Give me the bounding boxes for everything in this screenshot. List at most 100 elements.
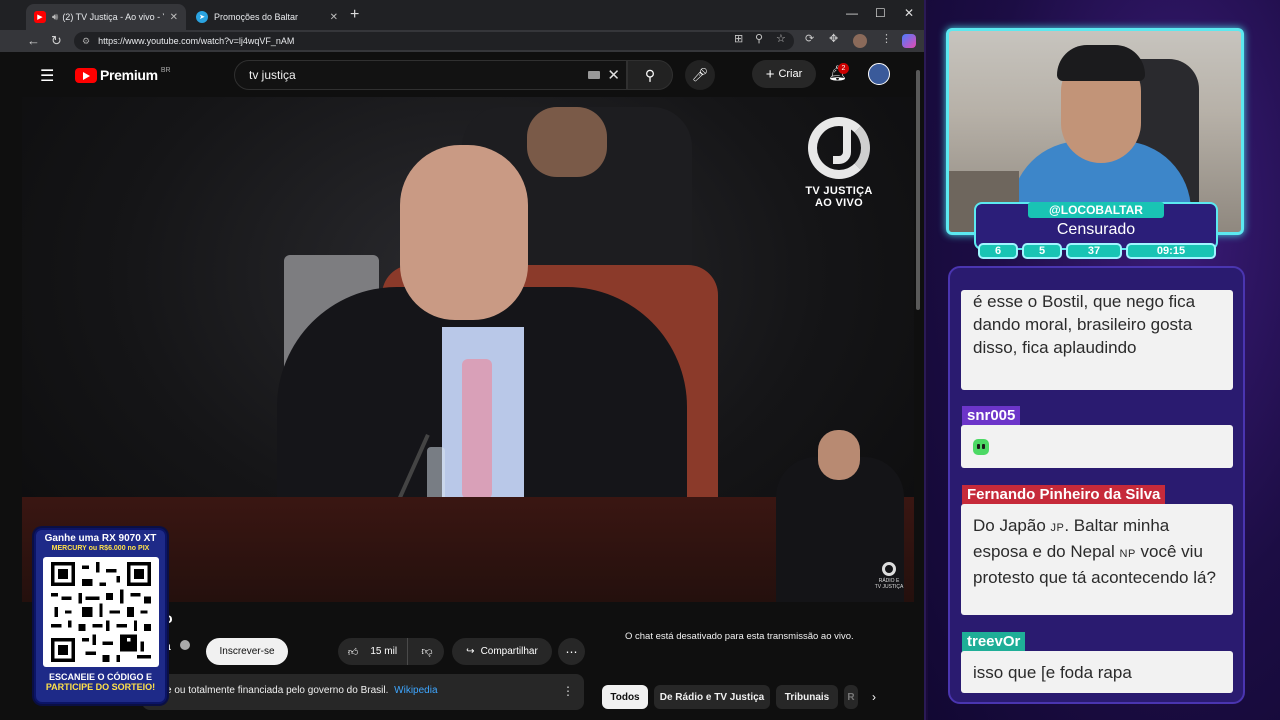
chip-tribunais[interactable]: Tribunais — [776, 685, 838, 709]
giveaway-promo: Ganhe uma RX 9070 XT MERCURY ou R$6.000 … — [34, 528, 167, 704]
chat-author: snr005 — [962, 406, 1021, 426]
radio-emblem-icon — [882, 562, 896, 576]
zoom-icon[interactable]: ⚲ — [755, 32, 763, 45]
share-icon: ↪ — [466, 646, 475, 657]
interpreter-face — [818, 430, 860, 480]
chip-todos[interactable]: Todos — [602, 685, 648, 709]
search-icon: ⚲ — [644, 66, 656, 83]
verified-badge-icon — [180, 640, 190, 650]
stat-pill-3: 37 — [1066, 243, 1122, 259]
japan-flag-code: JP — [1050, 522, 1065, 534]
back-icon[interactable]: ← — [27, 33, 40, 48]
radio-tv-justica-logo: RÁDIO E TV JUSTIÇA — [874, 562, 904, 590]
qr-code-image — [50, 562, 151, 662]
background-face — [527, 107, 607, 177]
stream-status: Censurado — [1056, 221, 1136, 238]
menu-dots-icon[interactable]: ⋮ — [881, 32, 892, 45]
like-count: 15 mil — [370, 646, 398, 657]
tab-bar: ▶ 🔊︎ (2) TV Justiça - Ao vivo - YouTube … — [0, 0, 924, 30]
more-actions-button[interactable]: ⋯ — [558, 638, 585, 665]
tab-title: (2) TV Justiça - Ao vivo - YouTube — [62, 12, 163, 22]
video-player[interactable]: TV JUSTIÇA AO VIVO RÁDIO E TV JUSTIÇA — [22, 97, 914, 602]
url-text: https://www.youtube.com/watch?v=lj4wqVF_… — [98, 36, 295, 46]
address-bar: ← ↻ ⚙ https://www.youtube.com/watch?v=lj… — [0, 30, 924, 52]
create-button[interactable]: + Criar — [752, 60, 816, 88]
copilot-icon[interactable] — [902, 34, 916, 48]
notification-count-badge: 2 — [838, 63, 849, 74]
speaker-head — [400, 145, 528, 320]
profile-avatar-icon[interactable] — [853, 34, 867, 48]
nepal-flag-code: NP — [1119, 548, 1136, 560]
extension-icon[interactable]: ⟳ — [805, 32, 814, 45]
minimize-icon[interactable]: — — [846, 6, 858, 20]
youtube-premium-logo[interactable]: Premium BR — [75, 67, 171, 83]
chip-radio-tv-justica[interactable]: De Rádio e TV Justiça — [654, 685, 770, 709]
search-button[interactable]: ⚲ — [627, 60, 673, 90]
microphone-icon: 🎤︎ — [691, 67, 709, 82]
chat-author: treevOr — [962, 632, 1026, 652]
chat-message: Do Japão JP. Baltar minha esposa e do Ne… — [961, 504, 1233, 615]
search-input[interactable]: tv justiça ✕ — [234, 60, 627, 90]
emoji-face-icon — [973, 439, 989, 455]
close-tab-icon[interactable]: ✕ — [170, 12, 178, 23]
hamburger-menu-icon[interactable]: ☰ — [40, 66, 54, 86]
chevron-right-icon[interactable]: › — [872, 690, 876, 704]
close-tab-icon[interactable]: ✕ — [330, 12, 338, 23]
thumbs-up-icon: 👍︎ — [347, 646, 359, 658]
plus-icon: + — [765, 65, 775, 83]
stat-pill-2: 5 — [1022, 243, 1062, 259]
chip-partial[interactable]: R — [844, 685, 858, 709]
reload-icon[interactable]: ↻ — [51, 33, 62, 49]
stat-pill-1: 6 — [978, 243, 1018, 259]
chat-message-text: é esse o Bostil, que nego fica dando mor… — [973, 292, 1196, 357]
tab-youtube[interactable]: ▶ 🔊︎ (2) TV Justiça - Ao vivo - YouTube … — [26, 4, 186, 30]
site-info-icon[interactable]: ⚙ — [82, 36, 90, 47]
speaker-tie — [462, 359, 492, 499]
maximize-icon[interactable]: ☐ — [875, 6, 886, 20]
tv-justica-emblem-icon — [808, 117, 870, 179]
like-button[interactable]: 👍︎ 15 mil — [338, 638, 408, 665]
chat-message: é esse o Bostil, que nego fica dando mor… — [961, 290, 1233, 390]
youtube-play-icon — [75, 67, 97, 83]
scroll-thumb[interactable] — [916, 70, 920, 310]
chat-message-text: isso que [e foda rapa — [973, 663, 1132, 682]
tab-promocoes[interactable]: ➤ Promoções do Baltar ✕ — [188, 4, 346, 30]
new-tab-icon[interactable]: + — [350, 6, 359, 24]
chat-disabled-message: O chat está desativado para esta transmi… — [625, 631, 854, 642]
tv-justica-logo: TV JUSTIÇA AO VIVO — [804, 117, 874, 209]
thumbs-down-icon: 👎︎ — [421, 646, 433, 658]
bookmark-star-icon[interactable]: ☆ — [776, 32, 786, 45]
search-value: tv justiça — [249, 68, 296, 82]
tab-title: Promoções do Baltar — [214, 12, 299, 22]
browser-window: ▶ 🔊︎ (2) TV Justiça - Ao vivo - YouTube … — [0, 0, 926, 720]
qr-code — [42, 557, 159, 667]
youtube-favicon-icon: ▶ — [34, 11, 46, 23]
account-avatar[interactable] — [868, 63, 890, 85]
url-field[interactable]: ⚙ https://www.youtube.com/watch?v=lj4wqV… — [74, 32, 794, 50]
like-dislike-group: 👍︎ 15 mil 👎︎ — [338, 638, 444, 665]
wikipedia-link[interactable]: Wikipedia — [394, 685, 437, 696]
page-scrollbar[interactable] — [914, 56, 922, 720]
chat-author: Fernando Pinheiro da Silva — [962, 485, 1166, 505]
chat-message — [961, 425, 1233, 468]
description-box[interactable]: e ou totalmente financiada pelo governo … — [142, 674, 584, 710]
chat-message: isso que [e foda rapa — [961, 651, 1233, 693]
streamer-handle: @LOCOBALTAR — [1028, 202, 1164, 218]
clear-search-icon[interactable]: ✕ — [607, 66, 620, 84]
youtube-header: ☰ Premium BR tv justiça ✕ ⚲ 🎤︎ + Criar 🔔… — [22, 56, 914, 96]
speaker-icon[interactable]: 🔊︎ — [52, 12, 58, 23]
more-dots-icon: ⋯ — [565, 644, 578, 659]
stream-timer: 09:15 — [1126, 243, 1216, 259]
keyboard-icon[interactable] — [588, 71, 600, 79]
dislike-button[interactable]: 👎︎ — [410, 638, 444, 665]
streamer-hair — [1057, 45, 1145, 81]
telegram-favicon-icon: ➤ — [196, 11, 208, 23]
description-text: e ou totalmente financiada pelo governo … — [166, 685, 389, 696]
share-button[interactable]: ↪ Compartilhar — [452, 638, 552, 665]
voice-search-button[interactable]: 🎤︎ — [685, 60, 715, 90]
subscribe-button[interactable]: Inscrever-se — [206, 638, 288, 665]
description-menu-icon[interactable]: ⋮ — [562, 684, 574, 698]
close-window-icon[interactable]: ✕ — [904, 6, 914, 20]
install-app-icon[interactable]: ⊞ — [734, 32, 743, 45]
extensions-puzzle-icon[interactable]: ✥ — [829, 32, 838, 45]
